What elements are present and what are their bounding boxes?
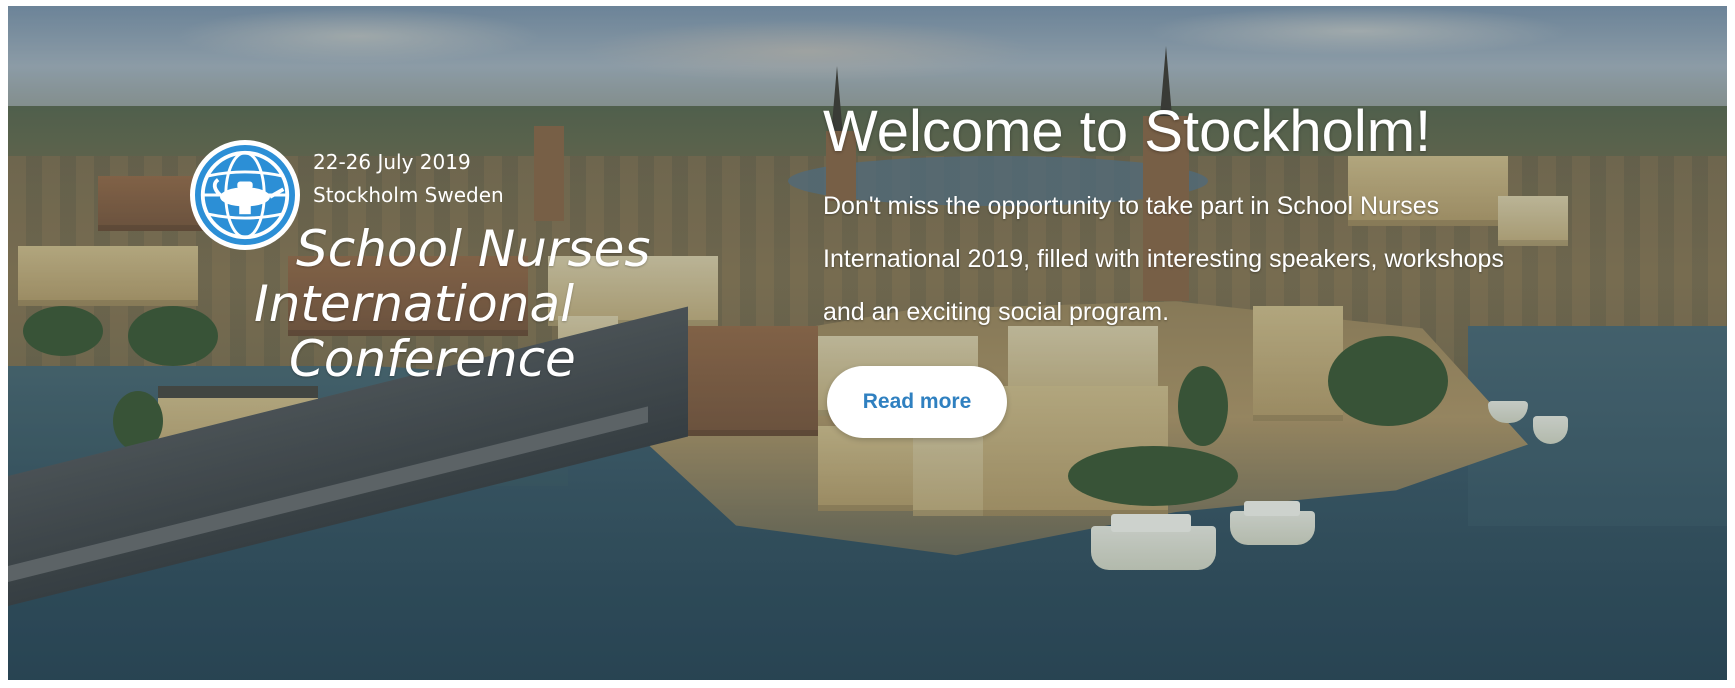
conference-title-line2: International	[254, 275, 574, 333]
lamp-globe-icon	[200, 150, 290, 240]
read-more-button[interactable]: Read more	[827, 366, 1007, 438]
conference-title-line3: Conference	[289, 330, 576, 388]
conference-location: Stockholm Sweden	[313, 183, 504, 207]
welcome-heading: Welcome to Stockholm!	[823, 99, 1432, 164]
conference-dates: 22-26 July 2019	[313, 150, 471, 174]
conference-logo[interactable]	[190, 140, 300, 250]
welcome-description: Don't miss the opportunity to take part …	[823, 192, 1504, 326]
conference-title-line1: School Nurses	[296, 220, 651, 278]
